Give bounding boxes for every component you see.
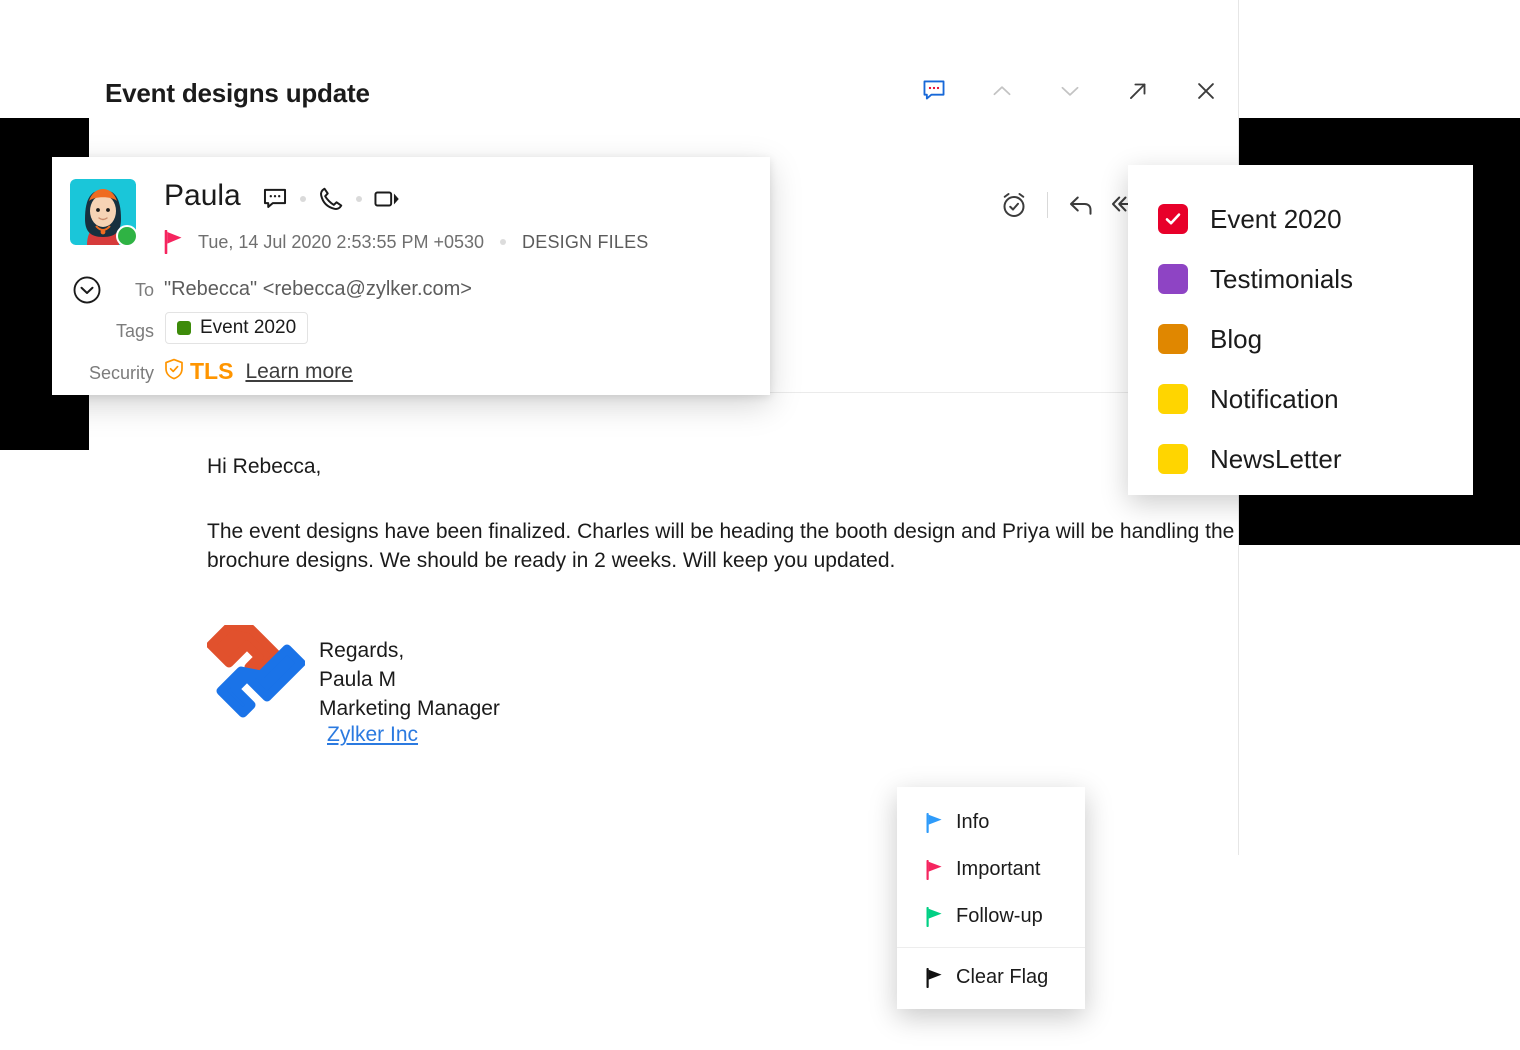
flag-icon-info [926, 812, 952, 833]
tag-menu-label: Event 2020 [1210, 203, 1342, 234]
flag-menu-item-info[interactable]: Info [897, 799, 1085, 846]
learn-more-link[interactable]: Learn more [245, 360, 352, 384]
flag-menu-label: Clear Flag [956, 966, 1049, 988]
tag-checkbox[interactable] [1158, 444, 1188, 474]
reply-action-group [997, 188, 1142, 222]
reply-icon[interactable] [1064, 188, 1098, 222]
flag-icon-clear [926, 967, 952, 988]
tag-menu-label: Blog [1210, 323, 1263, 354]
signature-regards: Regards, [319, 639, 405, 662]
body-paragraph: The event designs have been finalized. C… [207, 520, 1235, 572]
tag-menu-item[interactable]: Testimonials [1128, 249, 1473, 309]
flag-context-menu: Info Important Follow-up Clear Flag [897, 787, 1085, 1009]
folder-name: DESIGN FILES [522, 231, 649, 252]
flag-menu-item-important[interactable]: Important [897, 846, 1085, 893]
shield-check-icon [162, 357, 186, 386]
video-icon[interactable] [369, 185, 405, 213]
action-divider [1047, 192, 1048, 218]
tag-menu-item[interactable]: Blog [1128, 309, 1473, 369]
sender-quick-actions [257, 185, 405, 213]
flag-icon-followup [926, 906, 952, 927]
tag-color-swatch [177, 321, 191, 335]
sender-name: Paula [164, 179, 241, 212]
flag-menu-item-followup[interactable]: Follow-up [897, 893, 1085, 940]
action-dot-separator [356, 196, 362, 202]
action-dot-separator [300, 196, 306, 202]
date-folder-separator [500, 239, 507, 245]
signature-name: Paula M [319, 667, 397, 691]
tag-chip[interactable]: Event 2020 [165, 312, 309, 344]
security-value: TLS [190, 358, 234, 384]
tag-menu-item[interactable]: NewsLetter [1128, 429, 1473, 489]
flag-menu-label: Follow-up [956, 905, 1043, 927]
to-value: "Rebecca" <rebecca@zylker.com> [164, 278, 472, 300]
security-label: Security [88, 363, 154, 383]
security-row: TLS Learn more [162, 357, 353, 386]
flag-menu-item-clear[interactable]: Clear Flag [897, 954, 1085, 1001]
mail-header: Event designs update [89, 60, 1238, 145]
tag-dropdown-menu: Event 2020 Testimonials Blog Notificatio… [1128, 165, 1473, 495]
zylker-logo-icon [206, 620, 306, 725]
tag-checkbox[interactable] [1158, 384, 1188, 414]
email-signature: Regards, Paula M Marketing Manager Zylke… [206, 620, 500, 747]
screenshot-stage: Event designs update Hi Rebecca, The eve… [0, 0, 1520, 1050]
close-icon[interactable] [1191, 76, 1221, 106]
tag-checkbox[interactable] [1158, 264, 1188, 294]
flag-menu-label: Important [956, 858, 1041, 880]
page-title: Event designs update [105, 78, 370, 108]
tag-menu-label: NewsLetter [1210, 443, 1342, 474]
snooze-icon[interactable] [997, 188, 1031, 222]
flag-icon[interactable] [164, 230, 184, 254]
tag-menu-item[interactable]: Notification [1128, 369, 1473, 429]
signature-text-block: Regards, Paula M Marketing Manager Zylke… [319, 625, 500, 747]
mail-date-row: Tue, 14 Jul 2020 2:53:55 PM +0530 DESIGN… [164, 230, 648, 254]
chevron-up-icon[interactable] [987, 76, 1017, 106]
tags-label: Tags [115, 321, 154, 341]
phone-icon[interactable] [313, 185, 349, 213]
to-label: To [134, 280, 154, 300]
signature-company-link[interactable]: Zylker Inc [319, 723, 418, 747]
mail-date: Tue, 14 Jul 2020 2:53:55 PM +0530 [198, 231, 485, 252]
presence-indicator [116, 225, 138, 247]
chevron-down-icon[interactable] [1055, 76, 1085, 106]
flag-icon-important [926, 859, 952, 880]
tag-menu-item[interactable]: Event 2020 [1128, 189, 1473, 249]
flag-menu-divider [897, 947, 1085, 948]
comment-icon[interactable] [919, 76, 949, 106]
tag-menu-label: Testimonials [1210, 263, 1354, 294]
tag-chip-label: Event 2020 [200, 317, 297, 338]
tag-checkbox-checked[interactable] [1158, 204, 1188, 234]
header-action-group [919, 76, 1221, 106]
signature-title: Marketing Manager [319, 696, 500, 720]
tag-menu-label: Notification [1210, 383, 1339, 414]
flag-menu-label: Info [956, 811, 990, 833]
open-external-icon[interactable] [1123, 76, 1153, 106]
sender-details-card: Paula Tue, 14 Jul 2020 2:53:55 PM +0530 … [52, 157, 770, 395]
chat-icon[interactable] [257, 185, 293, 213]
tag-checkbox[interactable] [1158, 324, 1188, 354]
avatar [70, 179, 138, 247]
